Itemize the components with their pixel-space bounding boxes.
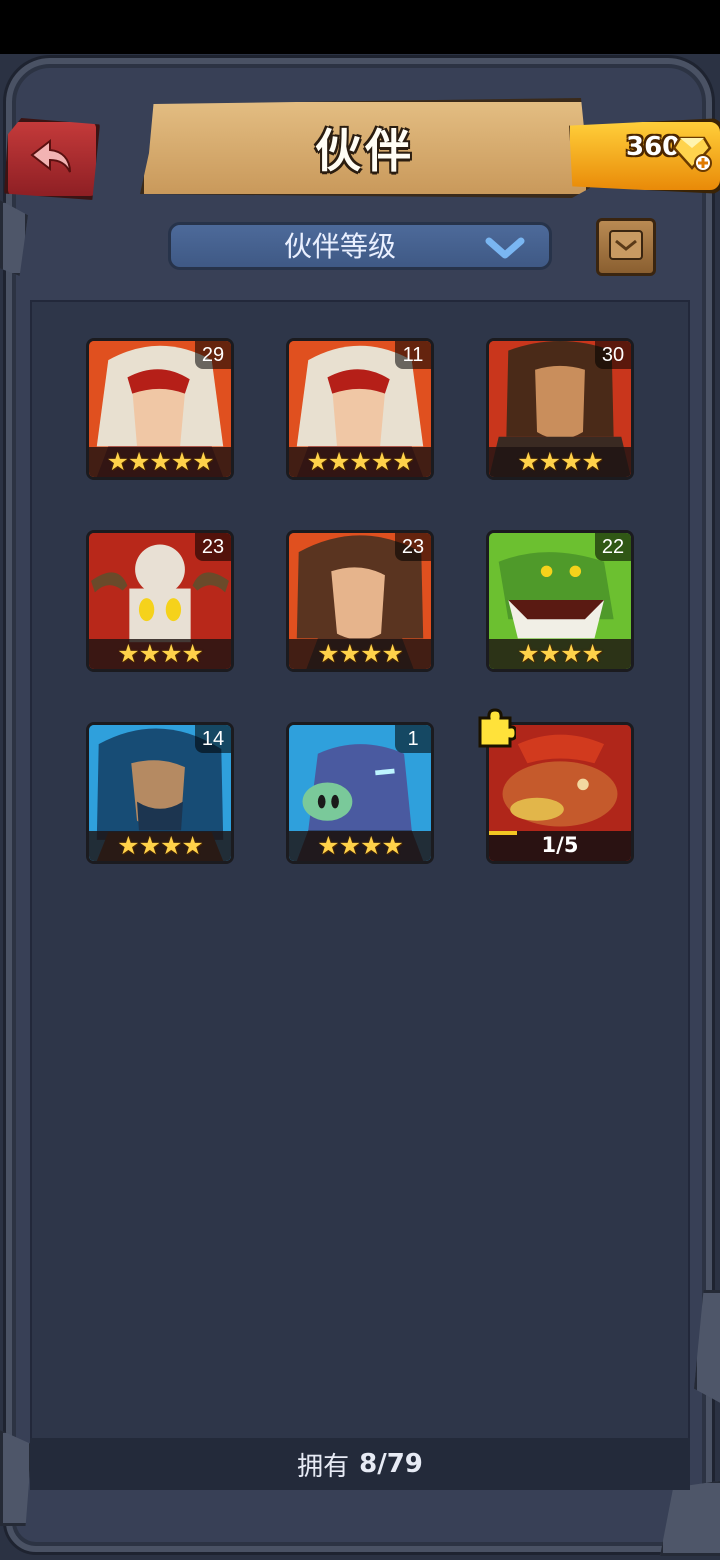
companion-card[interactable]: 1 ★★★★ [286, 722, 434, 864]
fragment-progress-text: 1/5 [541, 833, 579, 857]
gem-counter-button[interactable]: 360 [569, 118, 720, 194]
companion-stars: ★★★★★ [89, 447, 231, 477]
scroll-filter-button[interactable] [596, 218, 656, 276]
title-banner: 伙伴 [140, 98, 590, 198]
owned-label: 拥有 [297, 1451, 350, 1482]
companion-level: 29 [195, 341, 231, 369]
scroll-icon [606, 227, 646, 267]
companion-level: 22 [595, 533, 631, 561]
companion-card[interactable]: 30 ★★★★ [486, 338, 634, 480]
companion-level: 23 [395, 533, 431, 561]
companion-stars: ★★★★ [289, 639, 431, 669]
sort-dropdown-label: 伙伴等级 [283, 230, 396, 263]
companion-card[interactable]: 23 ★★★★ [286, 530, 434, 672]
companion-card[interactable]: 11 ★★★★★ [286, 338, 434, 480]
puzzle-piece-icon [474, 708, 518, 752]
companion-stars: ★★★★ [489, 447, 631, 477]
companion-stars: ★★★★ [89, 831, 231, 861]
companion-level: 14 [195, 725, 231, 753]
owned-count: 8/79 [359, 1449, 423, 1479]
companion-level: 30 [595, 341, 631, 369]
companion-card[interactable]: 23 ★★★★ [86, 530, 234, 672]
status-bar [0, 0, 720, 54]
companion-card[interactable]: 29 ★★★★★ [86, 338, 234, 480]
fragment-progress-bar: 1/5 [489, 831, 631, 861]
companion-level: 1 [395, 725, 431, 753]
page-title: 伙伴 [315, 124, 415, 178]
chevron-down-icon [485, 237, 525, 265]
companion-stars: ★★★★★ [289, 447, 431, 477]
back-arrow-icon [30, 138, 74, 179]
companion-stars: ★★★★ [489, 639, 631, 669]
gem-icon [672, 132, 712, 176]
sort-dropdown[interactable]: 伙伴等级 [168, 222, 552, 270]
companion-level: 11 [395, 341, 431, 369]
companion-stars: ★★★★ [289, 831, 431, 861]
companion-level: 23 [195, 533, 231, 561]
companion-card[interactable]: 14 ★★★★ [86, 722, 234, 864]
companion-stars: ★★★★ [89, 639, 231, 669]
owned-count-bar: 拥有 8/79 [30, 1438, 690, 1490]
companion-card[interactable]: 22 ★★★★ [486, 530, 634, 672]
back-button[interactable] [4, 118, 100, 200]
